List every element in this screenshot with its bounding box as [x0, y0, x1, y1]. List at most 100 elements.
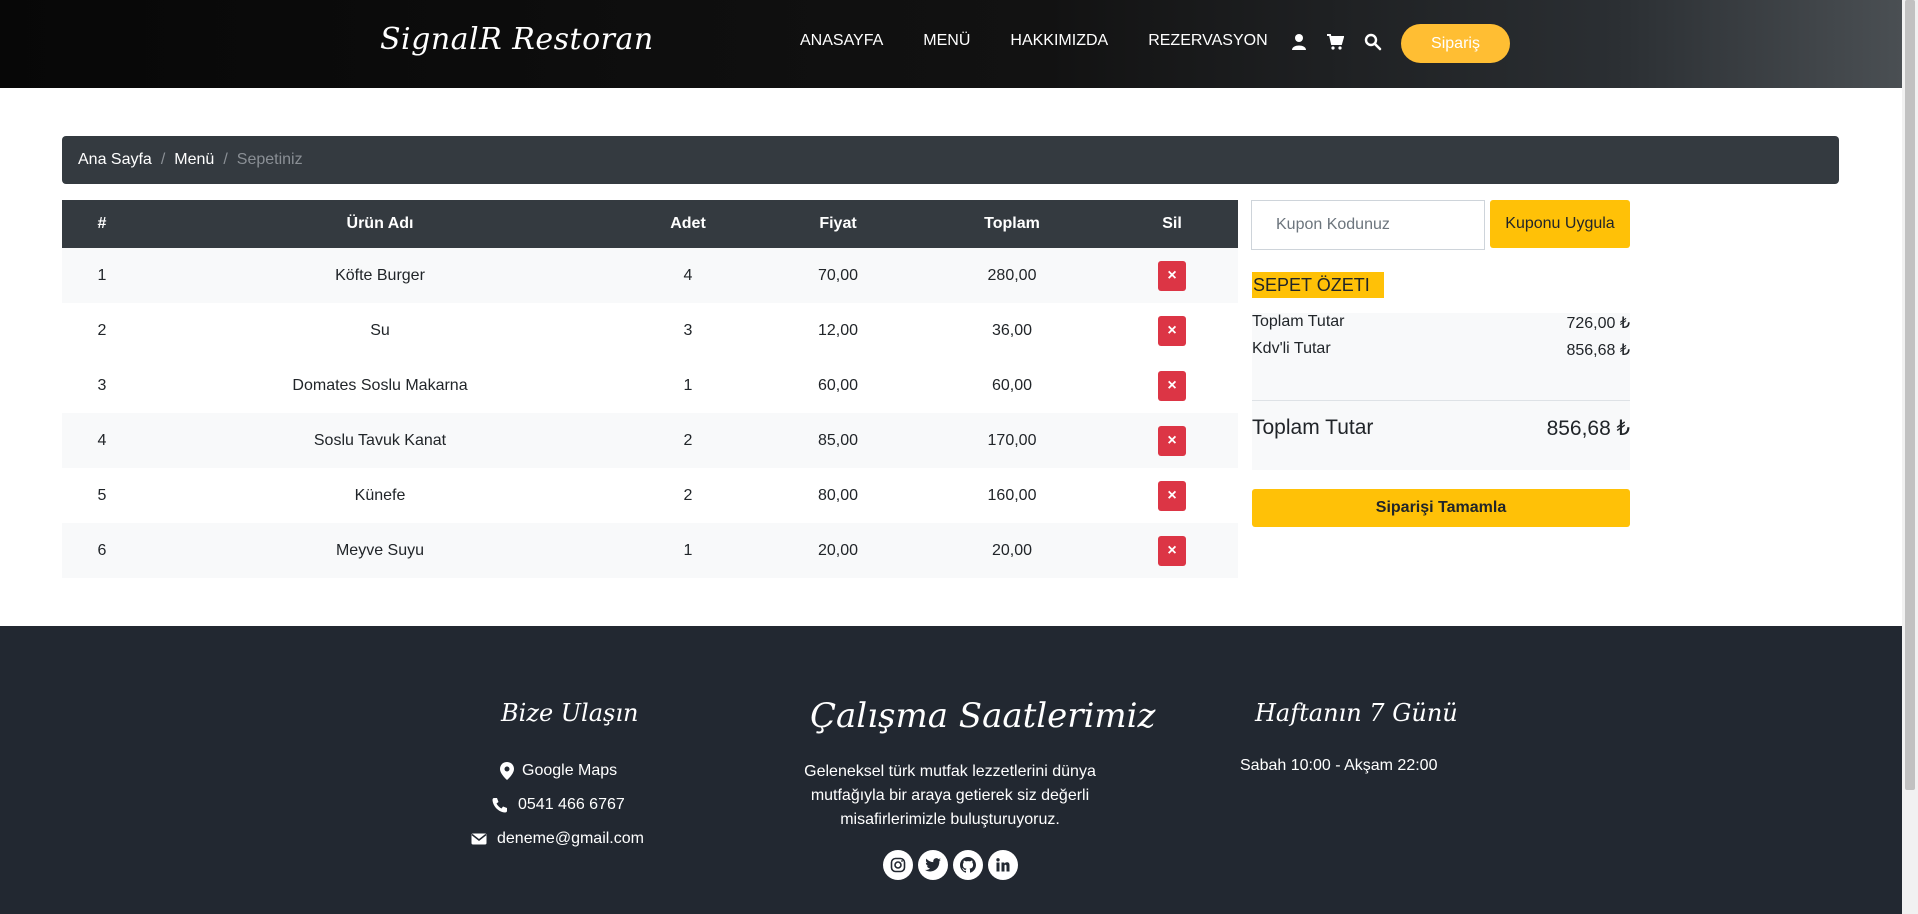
delete-button[interactable]: ×	[1158, 425, 1186, 456]
cell-price: 20,00	[817, 541, 859, 559]
cell-total: 36,00	[991, 321, 1033, 339]
cell-name: Domates Soslu Makarna	[292, 376, 468, 394]
total-label: Toplam Tutar	[1252, 416, 1374, 439]
cell-name: Su	[370, 321, 390, 339]
table-row: 2 Su 3 12,00 36,00 ×	[62, 303, 1238, 358]
column-header-price: Fiyat	[819, 215, 857, 232]
vat-value: 856,68 ₺	[1566, 342, 1630, 359]
column-header-total: Toplam	[984, 215, 1040, 232]
nav-link-reservation[interactable]: REZERVASYON	[1148, 32, 1267, 50]
email-label: deneme@gmail.com	[497, 830, 644, 847]
cell-name: Soslu Tavuk Kanat	[313, 431, 447, 449]
phone-label: 0541 466 6767	[518, 796, 625, 813]
cell-delete: ×	[1106, 303, 1238, 358]
cell-qty: 1	[683, 376, 693, 394]
scrollbar-thumb[interactable]	[1905, 0, 1915, 790]
delete-button[interactable]: ×	[1158, 535, 1186, 566]
nav-link-menu[interactable]: MENÜ	[923, 32, 970, 50]
nav-links: ANASAYFA MENÜ HAKKIMIZDA REZERVASYON	[800, 32, 1308, 50]
cell-price: 70,00	[817, 266, 859, 284]
summary-vat-row: Kdv'li Tutar 856,68 ₺	[1252, 340, 1630, 360]
delete-button[interactable]: ×	[1158, 315, 1186, 346]
cell-no: 1	[97, 266, 107, 284]
about-description: Geleneksel türk mutfak lezzetlerini düny…	[804, 763, 1096, 828]
cell-total: 20,00	[991, 541, 1033, 559]
cell-qty: 2	[683, 431, 693, 449]
navbar: SignalR Restoran ANASAYFA MENÜ HAKKIMIZD…	[0, 0, 1902, 88]
column-header-no: #	[97, 215, 107, 232]
order-button[interactable]: Sipariş	[1401, 24, 1510, 63]
search-icon[interactable]	[1364, 33, 1384, 53]
cell-no: 2	[97, 321, 107, 339]
summary-total-row: Toplam Tutar 856,68 ₺	[1252, 416, 1630, 441]
cell-price: 60,00	[817, 376, 859, 394]
subtotal-label: Toplam Tutar	[1252, 313, 1345, 330]
total-value: 856,68 ₺	[1546, 417, 1630, 440]
instagram-icon[interactable]	[883, 850, 913, 880]
breadcrumb-menu[interactable]: Menü	[174, 151, 214, 169]
table-row: 4 Soslu Tavuk Kanat 2 85,00 170,00 ×	[62, 413, 1238, 468]
cell-total: 280,00	[987, 266, 1037, 284]
complete-order-button[interactable]: Siparişi Tamamla	[1252, 489, 1630, 527]
breadcrumb-current: Sepetiniz	[236, 151, 303, 168]
github-icon[interactable]	[953, 850, 983, 880]
cell-price: 85,00	[817, 431, 859, 449]
breadcrumb: Ana Sayfa / Menü / Sepetiniz	[62, 136, 1839, 184]
phone-icon	[492, 798, 507, 813]
contact-heading: Bize Ulaşın	[501, 699, 639, 727]
cart-table: # Ürün Adı Adet Fiyat Toplam Sil 1 Köfte…	[62, 200, 1238, 578]
google-maps-link[interactable]: Google Maps	[500, 762, 617, 780]
column-header-qty: Adet	[670, 215, 706, 232]
summary-divider	[1252, 400, 1630, 401]
delete-button[interactable]: ×	[1158, 260, 1186, 291]
table-row: 3 Domates Soslu Makarna 1 60,00 60,00 ×	[62, 358, 1238, 413]
cart-summary: Toplam Tutar 726,00 ₺ Kdv'li Tutar 856,6…	[1252, 313, 1630, 470]
nav-link-home[interactable]: ANASAYFA	[800, 32, 883, 50]
cell-no: 3	[97, 376, 107, 394]
summary-subtotal-row: Toplam Tutar 726,00 ₺	[1252, 313, 1630, 333]
cell-delete: ×	[1106, 413, 1238, 468]
days-heading: Haftanın 7 Günü	[1255, 699, 1458, 727]
footer: Bize Ulaşın Google Maps 0541 466 6767 de…	[0, 626, 1902, 914]
vat-label: Kdv'li Tutar	[1252, 340, 1331, 357]
linkedin-icon[interactable]	[988, 850, 1018, 880]
table-row: 6 Meyve Suyu 1 20,00 20,00 ×	[62, 523, 1238, 578]
cell-qty: 2	[683, 486, 693, 504]
cell-qty: 4	[683, 266, 693, 284]
email-link[interactable]: deneme@gmail.com	[471, 830, 644, 848]
maps-label: Google Maps	[522, 762, 618, 779]
cart-icon[interactable]	[1326, 33, 1346, 53]
breadcrumb-separator: /	[223, 151, 228, 168]
summary-title: SEPET ÖZETI	[1252, 272, 1384, 298]
phone-link[interactable]: 0541 466 6767	[492, 796, 625, 814]
table-row: 5 Künefe 2 80,00 160,00 ×	[62, 468, 1238, 523]
coupon-input[interactable]	[1251, 200, 1485, 250]
cell-qty: 3	[683, 321, 693, 339]
cell-total: 60,00	[991, 376, 1033, 394]
breadcrumb-separator: /	[160, 151, 166, 168]
map-pin-icon	[500, 762, 514, 780]
envelope-icon	[471, 833, 487, 845]
brand-logo[interactable]: SignalR Restoran	[380, 22, 654, 57]
nav-link-about[interactable]: HAKKIMIZDA	[1010, 32, 1108, 50]
column-header-name: Ürün Adı	[346, 215, 414, 232]
twitter-icon[interactable]	[918, 850, 948, 880]
cell-name: Meyve Suyu	[335, 541, 425, 559]
table-row: 1 Köfte Burger 4 70,00 280,00 ×	[62, 248, 1238, 303]
apply-coupon-button[interactable]: Kuponu Uygula	[1490, 200, 1630, 248]
user-icon[interactable]	[1291, 33, 1311, 53]
opening-hours: Sabah 10:00 - Akşam 22:00	[1240, 757, 1438, 774]
delete-button[interactable]: ×	[1158, 480, 1186, 511]
cell-name: Künefe	[354, 486, 406, 504]
cell-no: 6	[97, 541, 107, 559]
cell-name: Köfte Burger	[335, 266, 425, 284]
cell-delete: ×	[1106, 468, 1238, 523]
cell-total: 160,00	[987, 486, 1037, 504]
page-scrollbar[interactable]	[1902, 0, 1918, 914]
delete-button[interactable]: ×	[1158, 370, 1186, 401]
breadcrumb-home[interactable]: Ana Sayfa	[78, 151, 152, 169]
cell-qty: 1	[683, 541, 693, 559]
working-hours-heading: Çalışma Saatlerimiz	[810, 696, 1156, 736]
cell-price: 80,00	[817, 486, 859, 504]
cell-total: 170,00	[987, 431, 1037, 449]
